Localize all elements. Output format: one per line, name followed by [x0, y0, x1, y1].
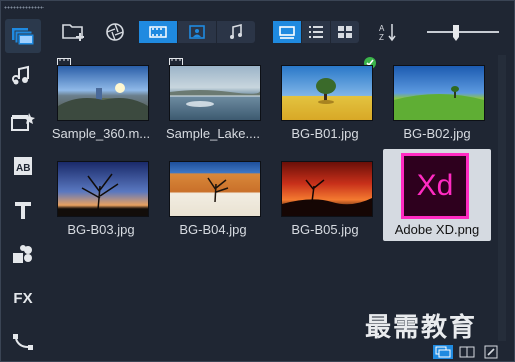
panel-layout-controls [433, 345, 501, 359]
fx-icon[interactable]: FX [5, 281, 41, 315]
media-grid: Sample_360.m... Sample_Lake.... BG-B01.j… [47, 53, 493, 341]
photo-filter-icon[interactable] [178, 21, 217, 43]
media-library-window: AB FX A Z Sample_360.m... Sample_Lake...… [0, 0, 515, 362]
folder-add-icon[interactable] [61, 21, 87, 43]
svg-text:AB: AB [16, 163, 30, 174]
media-item[interactable]: BG-B01.jpg [271, 53, 379, 145]
title-icon[interactable] [5, 193, 41, 227]
path-icon[interactable] [5, 325, 41, 359]
svg-text:Z: Z [379, 33, 384, 42]
thumbnail-size-slider-handle[interactable] [453, 25, 459, 41]
media-scrollbar[interactable] [498, 55, 506, 341]
thumbnail-size-slider[interactable] [427, 31, 499, 33]
media-thumbnail [393, 65, 485, 121]
grid-view-icon[interactable] [331, 21, 359, 43]
view-mode-group [273, 21, 359, 43]
graphics-icon[interactable] [5, 237, 41, 271]
sort-az-icon[interactable]: AZ [377, 21, 399, 43]
media-thumbnail [169, 161, 261, 217]
media-item[interactable]: BG-B05.jpg [271, 149, 379, 241]
media-item-label: Sample_Lake.... [166, 126, 260, 141]
media-item[interactable]: Xd Adobe XD.png [383, 149, 491, 241]
media-item[interactable]: Sample_360.m... [47, 53, 155, 145]
media-icon[interactable] [5, 19, 41, 53]
audio-filter-icon[interactable] [217, 21, 255, 43]
shutter-icon[interactable] [103, 21, 127, 43]
media-item-label: Adobe XD.png [394, 222, 480, 237]
media-thumbnail [281, 161, 373, 217]
media-item-label: BG-B03.jpg [67, 222, 135, 237]
svg-text:A: A [379, 24, 385, 33]
list-view-icon[interactable] [302, 21, 331, 43]
instant-project-icon[interactable] [5, 105, 41, 139]
media-item[interactable]: BG-B03.jpg [47, 149, 155, 241]
media-item-label: BG-B05.jpg [291, 222, 359, 237]
media-panel-icon[interactable] [433, 345, 453, 359]
media-item[interactable]: BG-B04.jpg [159, 149, 267, 241]
audio-icon[interactable] [5, 59, 41, 93]
video-filter-icon[interactable] [139, 21, 178, 43]
media-filter-group [139, 21, 255, 43]
transition-icon[interactable]: AB [5, 149, 41, 183]
media-thumbnail [281, 65, 373, 121]
adobe-xd-logo: Xd [416, 169, 454, 202]
edit-icon[interactable] [481, 345, 501, 359]
library-sidebar: AB FX [1, 15, 45, 361]
media-thumbnail [57, 65, 149, 121]
media-thumbnail [57, 161, 149, 217]
media-thumbnail: Xd [401, 153, 469, 219]
panel-grip[interactable] [4, 6, 44, 9]
media-item-label: BG-B01.jpg [291, 126, 359, 141]
thumbnail-view-icon[interactable] [273, 21, 302, 43]
split-panel-icon[interactable] [457, 345, 477, 359]
media-item[interactable]: Sample_Lake.... [159, 53, 267, 145]
library-toolbar: AZ [47, 15, 512, 51]
media-item-label: Sample_360.m... [51, 126, 151, 141]
media-item-label: BG-B04.jpg [179, 222, 247, 237]
watermark-text: 最需教育 [365, 313, 478, 343]
media-item[interactable]: BG-B02.jpg [383, 53, 491, 145]
media-item-label: BG-B02.jpg [403, 126, 471, 141]
media-thumbnail [169, 65, 261, 121]
